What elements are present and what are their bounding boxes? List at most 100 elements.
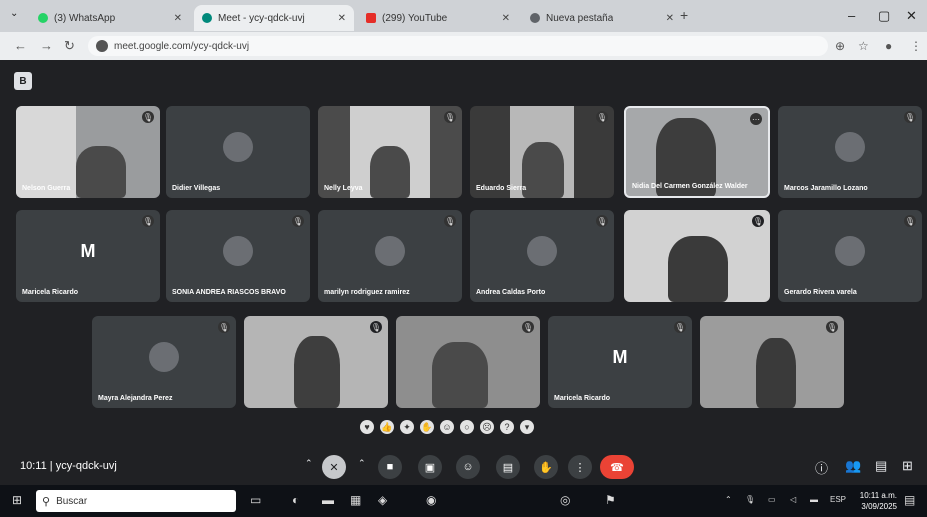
participant-tile[interactable]: 🎙 Gerardo Rivera varela	[778, 210, 922, 302]
avatar	[835, 236, 865, 267]
volume-icon[interactable]: ◁	[790, 495, 796, 504]
present-button[interactable]: ▤	[496, 455, 520, 479]
close-tab-icon[interactable]: ✕	[174, 13, 182, 24]
tab-youtube[interactable]: (299) YouTube ✕	[358, 5, 518, 31]
participant-name: Gerardo Rivera varela	[784, 289, 857, 296]
app-icon-2[interactable]: ⚑	[605, 493, 616, 507]
profile-icon[interactable]: ●	[885, 39, 892, 53]
notifications-icon[interactable]: ▤	[904, 493, 915, 507]
site-info-icon[interactable]	[96, 40, 108, 52]
mic-muted-icon: 🎙	[444, 215, 456, 227]
mic-muted-icon: 🎙	[826, 321, 838, 333]
captions-button[interactable]: ▣	[418, 455, 442, 479]
meeting-code: ycy-qdck-uvj	[55, 460, 117, 472]
tab-label: Meet - ycy-qdck-uvj	[218, 12, 305, 24]
close-window-icon[interactable]: ✕	[906, 8, 917, 24]
raise-hand-button[interactable]: ✋	[534, 455, 558, 479]
system-clock[interactable]: 10:11 a.m. 3/09/2025	[860, 490, 897, 512]
windows-start-icon[interactable]: ⊞	[12, 493, 22, 507]
participant-tile[interactable]: 🎙 Andrea Caldas Porto	[470, 210, 614, 302]
participant-tile[interactable]: 🎙	[396, 316, 540, 408]
participant-name: Eduardo Sierra	[476, 185, 527, 192]
tab-new-tab[interactable]: Nueva pestaña ✕	[522, 5, 682, 31]
emoji-icon: ☺	[462, 461, 474, 473]
heart-reaction-icon[interactable]: ♥	[360, 420, 374, 434]
sad-reaction-icon[interactable]: ☹	[480, 420, 494, 434]
close-tab-icon[interactable]: ✕	[666, 13, 674, 24]
tray-mic-icon[interactable]: 🎙	[745, 495, 755, 504]
participant-tile[interactable]: 🎙 Nelson Guerra	[16, 106, 160, 198]
participant-tile[interactable]: 🎙 Eduardo Sierra	[470, 106, 614, 198]
mic-muted-icon: 🎙	[292, 215, 304, 227]
thumbs-up-reaction-icon[interactable]: 👍	[380, 420, 394, 434]
mic-muted-icon: 🎙	[904, 215, 916, 227]
maximize-icon[interactable]: ▢	[878, 8, 890, 24]
participant-tile[interactable]: 🎙 marilyn rodriguez ramirez	[318, 210, 462, 302]
file-explorer-icon[interactable]: ▬	[322, 493, 334, 507]
app-icon[interactable]: ◎	[560, 493, 570, 507]
participant-tile[interactable]: 🎙 Nelly Leyva	[318, 106, 462, 198]
new-tab-button[interactable]: +	[680, 7, 688, 23]
celebrate-reaction-icon[interactable]: ✦	[400, 420, 414, 434]
camera-button[interactable]: ■	[378, 455, 402, 479]
tray-chevron-icon[interactable]: ⌃	[725, 495, 732, 504]
participant-tile[interactable]: 🎙 Marcos Jaramillo Lozano	[778, 106, 922, 198]
reload-icon[interactable]: ↻	[64, 38, 75, 54]
participant-tile[interactable]: 🎙 Mayra Alejandra Perez	[92, 316, 236, 408]
close-tab-icon[interactable]: ✕	[502, 13, 510, 24]
url-field[interactable]: meet.google.com/ycy-qdck-uvj	[88, 36, 828, 56]
tab-search-icon[interactable]: ⌄	[10, 8, 18, 19]
close-tab-icon[interactable]: ✕	[338, 13, 346, 24]
reactions-button[interactable]: ☺	[456, 455, 480, 479]
taskbar-search[interactable]: ⚲ Buscar	[36, 490, 236, 512]
store-icon[interactable]: ▦	[350, 493, 361, 507]
battery-icon[interactable]: ▬	[810, 495, 818, 504]
meeting-info-button[interactable]: B	[14, 72, 32, 90]
tab-whatsapp[interactable]: (3) WhatsApp ✕	[30, 5, 190, 31]
people-icon[interactable]: 👥	[845, 458, 861, 474]
laugh-reaction-icon[interactable]: ☺	[440, 420, 454, 434]
audio-options-chevron-icon[interactable]: ⌃	[305, 458, 313, 469]
more-options-button[interactable]: ⋮	[568, 455, 592, 479]
leave-call-button[interactable]: ☎	[600, 455, 634, 479]
more-vert-icon: ⋮	[574, 461, 586, 474]
participant-tile[interactable]: 🎙	[700, 316, 844, 408]
surprised-reaction-icon[interactable]: ○	[460, 420, 474, 434]
chat-icon[interactable]: ▤	[875, 458, 887, 474]
browser-tab-strip: ⌄ (3) WhatsApp ✕ Meet - ycy-qdck-uvj ✕ (…	[0, 0, 927, 32]
chrome-taskbar-icon[interactable]: ◉	[426, 493, 436, 507]
zoom-icon[interactable]: ⊕	[835, 39, 845, 53]
participant-tile[interactable]: M 🎙 Maricela Ricardo	[16, 210, 160, 302]
clap-reaction-icon[interactable]: ✋	[420, 420, 434, 434]
edge-icon[interactable]: ◐	[292, 493, 299, 507]
thumbs-down-reaction-icon[interactable]: ▾	[520, 420, 534, 434]
meet-icon	[202, 13, 212, 23]
language-indicator[interactable]: ESP	[830, 495, 846, 504]
minimize-icon[interactable]: –	[848, 8, 855, 23]
photos-icon[interactable]: ◈	[378, 493, 387, 507]
task-view-icon[interactable]: ▭	[250, 493, 261, 507]
participant-tile[interactable]: 🎙	[244, 316, 388, 408]
search-placeholder: Buscar	[56, 495, 88, 507]
back-icon[interactable]: ←	[14, 38, 27, 53]
microphone-button[interactable]: ✕	[322, 455, 346, 479]
participant-tile[interactable]: 🎙 SONIA ANDREA RIASCOS BRAVO	[166, 210, 310, 302]
info-icon[interactable]: ⓘ	[815, 458, 828, 477]
mic-muted-icon: 🎙	[674, 321, 686, 333]
bookmark-star-icon[interactable]: ☆	[858, 39, 869, 53]
tab-meet[interactable]: Meet - ycy-qdck-uvj ✕	[194, 5, 354, 31]
mic-muted-icon: 🎙	[522, 321, 534, 333]
forward-icon[interactable]: →	[40, 38, 53, 53]
participant-tile[interactable]: 🎙	[624, 210, 770, 302]
video-options-chevron-icon[interactable]: ⌃	[358, 458, 366, 469]
participant-tile[interactable]: Didier Villegas	[166, 106, 310, 198]
participant-tile[interactable]: M 🎙 Maricela Ricardo	[548, 316, 692, 408]
thinking-reaction-icon[interactable]: ?	[500, 420, 514, 434]
menu-kebab-icon[interactable]: ⋮	[910, 39, 922, 53]
activities-icon[interactable]: ⊞	[902, 458, 913, 474]
participant-tile-speaking[interactable]: ⋯ Nidia Del Carmen González Walder	[624, 106, 770, 198]
reactions-bar: ♥ 👍 ✦ ✋ ☺ ○ ☹ ? ▾	[360, 420, 534, 434]
mic-muted-icon: 🎙	[444, 111, 456, 123]
network-icon[interactable]: ▭	[768, 495, 776, 504]
audio-active-icon: ⋯	[750, 113, 762, 125]
